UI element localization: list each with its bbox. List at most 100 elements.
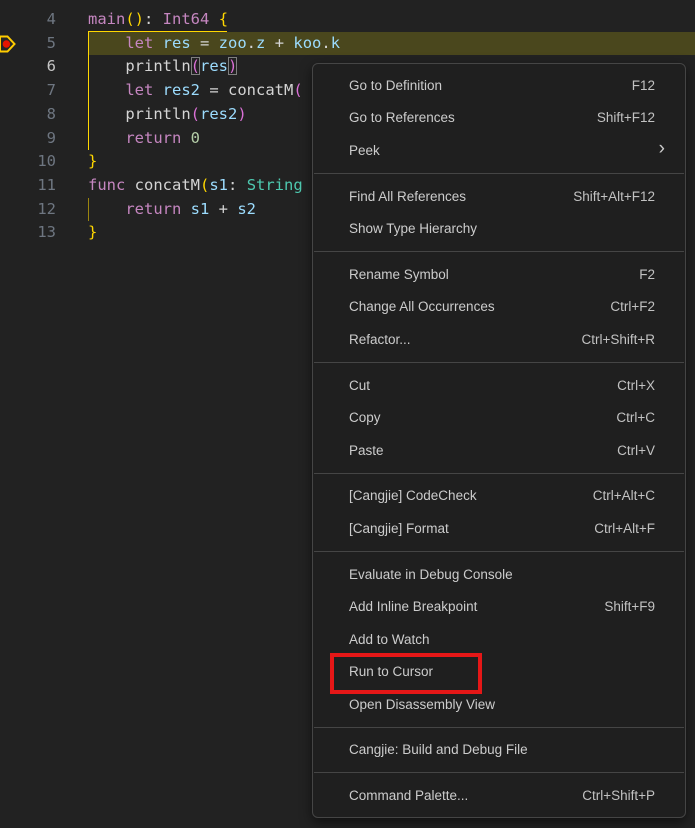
code-token: (: [293, 81, 302, 99]
menu-item-label: Evaluate in Debug Console: [349, 567, 513, 582]
menu-item-label: Change All Occurrences: [349, 299, 495, 314]
code-text: let res = zoo.z + koo.k: [88, 32, 340, 56]
code-token: [181, 200, 190, 218]
menu-item-show-type-hierarchy[interactable]: Show Type Hierarchy: [313, 212, 685, 245]
menu-item-label: Go to Definition: [349, 78, 442, 93]
menu-item-label: Run to Cursor: [349, 664, 433, 679]
code-token: [88, 81, 125, 99]
menu-item-cut[interactable]: Cut Ctrl+X: [313, 369, 685, 402]
vscode-editor-screen: 34main(): Int64 {5 let res = zoo.z + koo…: [0, 0, 695, 828]
menu-item-shortcut: Ctrl+Alt+C: [593, 488, 655, 503]
menu-item-copy[interactable]: Copy Ctrl+C: [313, 401, 685, 434]
menu-item-label: Copy: [349, 410, 381, 425]
code-text: let res2 = concatM(: [88, 79, 303, 103]
menu-item-peek[interactable]: Peek ›: [313, 134, 685, 167]
menu-item-shortcut: Ctrl+X: [617, 378, 655, 393]
menu-item-cangjie-codecheck[interactable]: [Cangjie] CodeCheck Ctrl+Alt+C: [313, 480, 685, 513]
menu-item-evaluate-in-debug-console[interactable]: Evaluate in Debug Console: [313, 558, 685, 591]
code-token: :: [228, 176, 247, 194]
code-token: concatM: [228, 81, 293, 99]
menu-item-go-to-references[interactable]: Go to ReferencesShift+F12: [313, 102, 685, 135]
menu-item-paste[interactable]: PasteCtrl+V: [313, 434, 685, 467]
menu-item-find-all-references[interactable]: Find All ReferencesShift+Alt+F12: [313, 180, 685, 213]
code-token: +: [265, 34, 293, 52]
code-token: [153, 81, 162, 99]
menu-separator: [314, 772, 684, 773]
code-token: =: [191, 34, 219, 52]
menu-item-rename-symbol[interactable]: Rename SymbolF2: [313, 258, 685, 291]
line-number: 4: [0, 8, 56, 32]
code-token: [153, 34, 162, 52]
line-number: 7: [0, 79, 56, 103]
menu-item-open-disassembly-view[interactable]: Open Disassembly View: [313, 688, 685, 721]
menu-item-add-to-watch[interactable]: Add to Watch: [313, 623, 685, 656]
menu-item-shortcut: Ctrl+Shift+R: [581, 332, 655, 347]
code-text: println(res): [88, 55, 237, 79]
code-text: return 0: [88, 127, 200, 151]
code-token: Int64: [163, 10, 210, 28]
code-token: [88, 200, 125, 218]
menu-item-cangjie-build-and-debug-file[interactable]: Cangjie: Build and Debug File: [313, 734, 685, 767]
code-token: [209, 10, 218, 28]
code-token: [88, 57, 125, 75]
code-token: s1: [191, 200, 210, 218]
code-token: ): [237, 105, 246, 123]
code-token: s2: [237, 200, 256, 218]
code-token: concatM: [135, 176, 200, 194]
menu-item-label: [Cangjie] CodeCheck: [349, 488, 477, 503]
code-token: zoo: [219, 34, 247, 52]
code-token: func: [88, 176, 125, 194]
menu-item-shortcut: Ctrl+F2: [610, 299, 655, 314]
code-token: (): [125, 10, 144, 28]
code-token: let: [125, 34, 153, 52]
line-number: 11: [0, 174, 56, 198]
menu-separator: [314, 362, 684, 363]
menu-item-shortcut: Ctrl+Shift+P: [582, 788, 655, 803]
line-number: 9: [0, 127, 56, 151]
code-line-4[interactable]: 4 main(): Int64 {: [0, 8, 695, 32]
code-text: main(): Int64 {: [88, 8, 228, 32]
menu-item-label: Cangjie: Build and Debug File: [349, 742, 528, 757]
code-token: println: [125, 57, 190, 75]
line-number: 3: [0, 0, 56, 8]
code-token: res2: [200, 105, 237, 123]
code-token: return: [125, 129, 181, 147]
line-number: 8: [0, 103, 56, 127]
menu-item-add-inline-breakpoint[interactable]: Add Inline BreakpointShift+F9: [313, 590, 685, 623]
menu-item-label: Peek: [349, 143, 380, 158]
menu-item-label: Cut: [349, 378, 370, 393]
submenu-chevron-icon: ›: [659, 139, 665, 161]
menu-item-refactor[interactable]: Refactor...Ctrl+Shift+R: [313, 323, 685, 356]
code-token: ): [228, 57, 237, 75]
code-token: :: [144, 10, 163, 28]
menu-item-label: [Cangjie] Format: [349, 521, 449, 536]
menu-item-go-to-definition[interactable]: Go to Definition F12: [313, 69, 685, 102]
line-number: 12: [0, 198, 56, 222]
code-token: .: [247, 34, 256, 52]
code-token: z: [256, 34, 265, 52]
code-token: =: [200, 81, 228, 99]
breakpoint-current-line-icon[interactable]: [0, 35, 16, 53]
code-token: [181, 129, 190, 147]
code-token: [125, 176, 134, 194]
menu-item-shortcut: Ctrl+C: [616, 410, 655, 425]
code-token: return: [125, 200, 181, 218]
code-text: func concatM(s1: String: [88, 174, 303, 198]
code-token: res: [200, 57, 228, 75]
menu-item-run-to-cursor[interactable]: Run to Cursor: [313, 656, 685, 689]
code-token: (: [191, 105, 200, 123]
code-token: res: [163, 34, 191, 52]
menu-separator: [314, 173, 684, 174]
menu-item-command-palette[interactable]: Command Palette...Ctrl+Shift+P: [313, 779, 685, 812]
menu-item-label: Rename Symbol: [349, 267, 449, 282]
code-token: res2: [163, 81, 200, 99]
menu-item-cangjie-format[interactable]: [Cangjie] FormatCtrl+Alt+F: [313, 512, 685, 545]
code-token: +: [209, 200, 237, 218]
menu-item-change-all-occurrences[interactable]: Change All Occurrences Ctrl+F2: [313, 291, 685, 324]
code-token: [88, 129, 125, 147]
line-number: 10: [0, 150, 56, 174]
menu-separator: [314, 473, 684, 474]
menu-item-shortcut: F12: [632, 78, 655, 93]
code-text: return s1 + s2: [88, 198, 256, 222]
code-token: [88, 105, 125, 123]
